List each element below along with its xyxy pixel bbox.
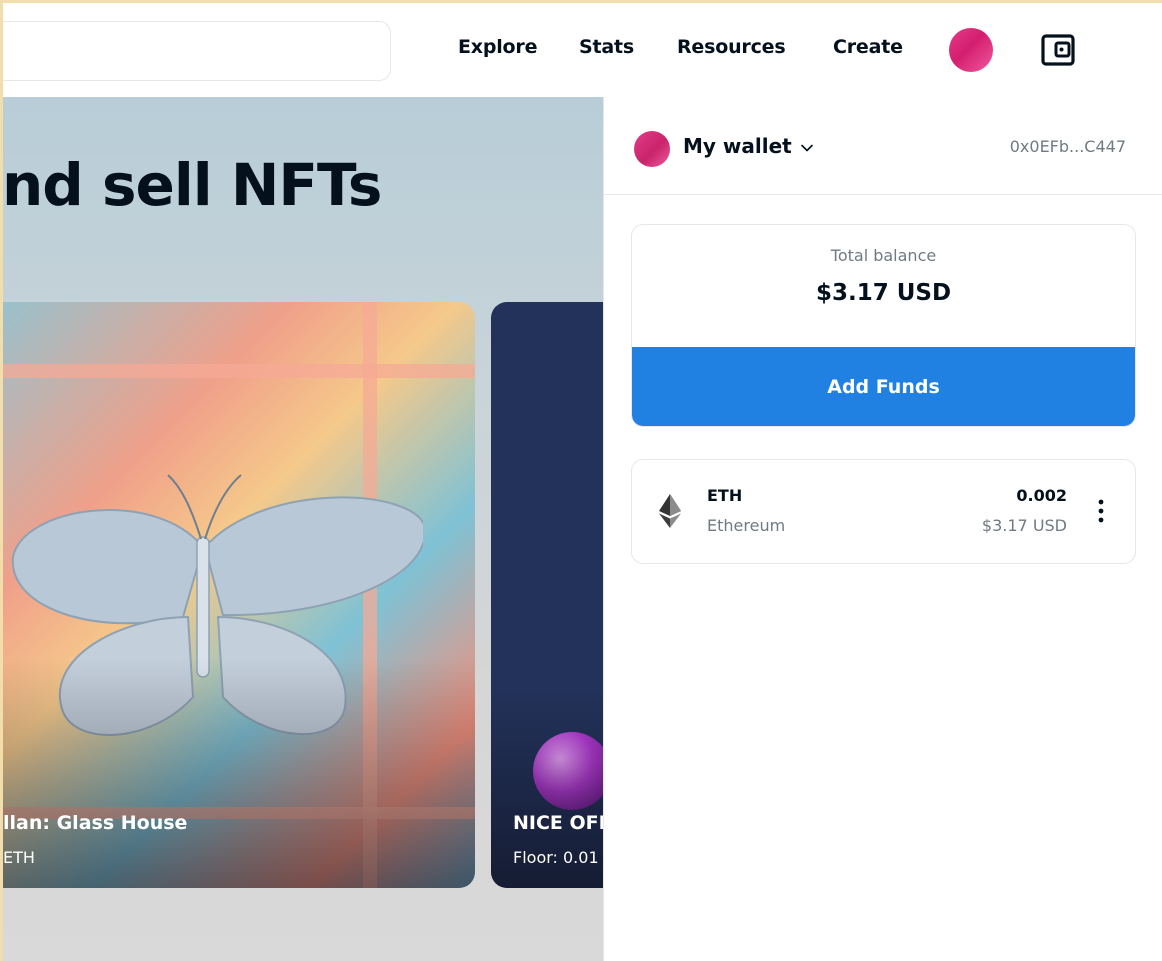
wallet-icon <box>1041 34 1075 66</box>
nav-resources-link[interactable]: Resources <box>677 36 786 58</box>
token-usd-value: $3.17 USD <box>981 516 1067 535</box>
card-title: llan: Glass House <box>3 812 188 834</box>
wallet-panel-header: My wallet 0x0EFb...C447 <box>604 97 1162 195</box>
card-gradient-overlay <box>3 658 475 888</box>
wallet-panel: My wallet 0x0EFb...C447 Total balance $3… <box>603 97 1162 961</box>
wallet-address[interactable]: 0x0EFb...C447 <box>1010 137 1126 156</box>
nav-explore-link[interactable]: Explore <box>458 36 537 58</box>
token-row[interactable]: ETH Ethereum 0.002 $3.17 USD <box>631 459 1136 564</box>
total-balance-value: $3.17 USD <box>815 280 952 306</box>
featured-collection-card[interactable]: NICE OFF Floor: 0.01 <box>491 302 603 888</box>
card-title: NICE OFF <box>513 812 603 834</box>
glass-frame-bar <box>3 364 475 378</box>
wallet-avatar <box>634 131 670 167</box>
hero-title: nd sell NFTs <box>3 151 382 219</box>
nav-create-link[interactable]: Create <box>833 36 903 58</box>
app-window: Explore Stats Resources Create nd sell N… <box>3 3 1162 961</box>
search-input[interactable] <box>3 21 391 81</box>
wallet-button[interactable] <box>1039 31 1077 69</box>
featured-collection-card[interactable]: llan: Glass House ETH <box>3 302 475 888</box>
wallet-selector[interactable]: My wallet <box>683 134 792 158</box>
add-funds-button[interactable]: Add Funds <box>632 347 1135 426</box>
nav-stats-link[interactable]: Stats <box>579 36 634 58</box>
total-balance-label: Total balance <box>830 246 937 265</box>
token-name: Ethereum <box>707 516 786 535</box>
card-floor-price: ETH <box>3 848 35 867</box>
token-amount: 0.002 <box>1016 486 1067 505</box>
card-floor-price: Floor: 0.01 <box>513 848 599 867</box>
profile-avatar[interactable] <box>949 28 993 72</box>
top-navbar: Explore Stats Resources Create <box>3 3 1162 97</box>
more-vertical-icon[interactable] <box>1095 498 1107 524</box>
chevron-down-icon[interactable] <box>800 141 814 155</box>
token-symbol: ETH <box>707 486 743 505</box>
ethereum-icon <box>659 494 681 528</box>
hero-section: nd sell NFTs llan: Glass House ETH NICE … <box>3 97 603 961</box>
balance-card: Total balance $3.17 USD Add Funds <box>631 224 1136 427</box>
